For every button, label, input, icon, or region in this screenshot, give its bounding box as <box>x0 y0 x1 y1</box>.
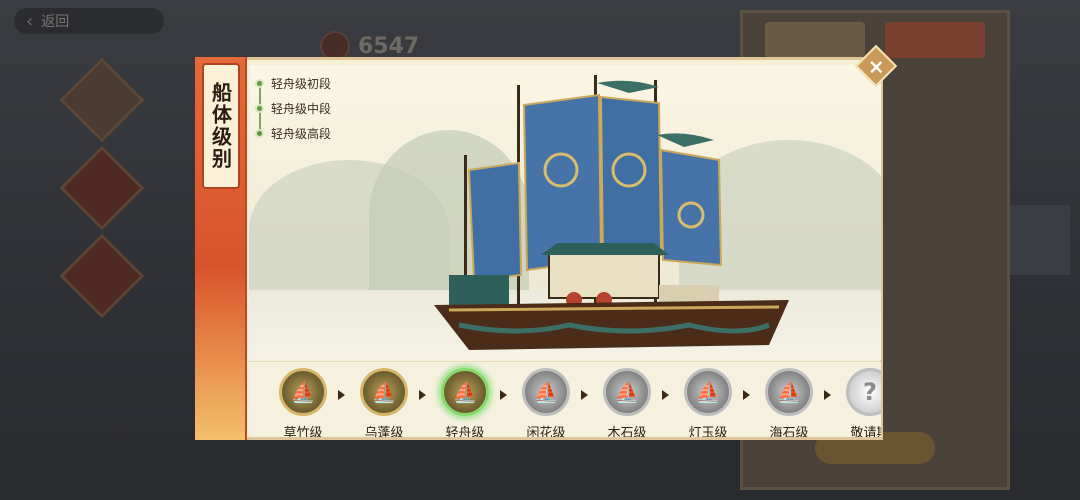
ship-illustration <box>434 75 789 350</box>
ship-tier-icon: ⛵ <box>522 368 570 416</box>
arrow-right-icon <box>500 390 507 400</box>
stage-dot-icon <box>255 104 264 113</box>
stage-label: 轻舟级高段 <box>271 127 332 141</box>
back-label: 返回 <box>41 14 70 30</box>
tier-label: 乌蓬级 <box>364 426 404 437</box>
tier-item-haishi[interactable]: ⛵ 海石级 <box>754 368 824 437</box>
background-tab[interactable] <box>765 22 865 58</box>
ship-tier-icon: ⛵ <box>279 368 327 416</box>
arrow-right-icon <box>338 390 345 400</box>
tier-label: 海石级 <box>769 426 809 437</box>
ship-tier-modal: 船体级别 轻舟级初段 轻舟级中段 轻舟级高段 × ⛵ 草竹级 ⛵ 乌蓬级 ⛵ 轻… <box>195 44 898 440</box>
tier-label: 闲花级 <box>526 426 566 437</box>
stage-label: 轻舟级初段 <box>271 77 332 91</box>
tier-item-dengyu[interactable]: ⛵ 灯玉级 <box>673 368 743 437</box>
background-item-slot <box>1010 205 1070 275</box>
tier-item-caozhu[interactable]: ⛵ 草竹级 <box>268 368 338 437</box>
tier-item-xianhua[interactable]: ⛵ 闲花级 <box>511 368 581 437</box>
arrow-right-icon <box>743 390 750 400</box>
arrow-right-icon <box>662 390 669 400</box>
tier-label: 轻舟级 <box>445 426 485 437</box>
side-title-plate: 船体级别 <box>202 63 240 189</box>
tier-label: 敬请期 <box>850 426 881 437</box>
tier-strip: ⛵ 草竹级 ⛵ 乌蓬级 ⛵ 轻舟级 ⛵ 闲花级 ⛵ 木石级 ⛵ 灯玉级 ⛵ 海石… <box>249 361 881 437</box>
tier-label: 灯玉级 <box>688 426 728 437</box>
tier-item-qingzhou[interactable]: ⛵ 轻舟级 <box>430 368 500 437</box>
tier-label: 木石级 <box>607 426 647 437</box>
side-title: 船体级别 <box>208 82 233 170</box>
stage-dot-icon <box>255 79 264 88</box>
ship-tier-icon: ⛵ <box>765 368 813 416</box>
side-title-banner: 船体级别 <box>195 57 247 440</box>
stage-dot-icon <box>255 129 264 138</box>
stage-list: 轻舟级初段 轻舟级中段 轻舟级高段 <box>255 71 365 146</box>
arrow-right-icon <box>581 390 588 400</box>
stage-label: 轻舟级中段 <box>271 102 332 116</box>
arrow-right-icon <box>419 390 426 400</box>
tier-label: 草竹级 <box>283 426 323 437</box>
ship-tier-icon: ⛵ <box>684 368 732 416</box>
back-button[interactable]: ‹ 返回 <box>14 8 164 34</box>
chevron-left-icon: ‹ <box>26 10 34 32</box>
ship-tier-icon: ⛵ <box>603 368 651 416</box>
stage-item: 轻舟级中段 <box>255 96 365 121</box>
tier-item-wupeng[interactable]: ⛵ 乌蓬级 <box>349 368 419 437</box>
ship-tier-icon: ⛵ <box>360 368 408 416</box>
coin-amount: 6547 <box>358 33 420 59</box>
close-icon: × <box>867 53 885 78</box>
stage-item: 轻舟级高段 <box>255 121 365 146</box>
stage-item: 轻舟级初段 <box>255 71 365 96</box>
question-icon: ? <box>846 368 881 416</box>
tier-item-coming-soon[interactable]: ? 敬请期 <box>835 368 881 437</box>
tier-item-mushi[interactable]: ⛵ 木石级 <box>592 368 662 437</box>
arrow-right-icon <box>824 390 831 400</box>
ship-tier-icon: ⛵ <box>441 368 489 416</box>
background-tab[interactable] <box>885 22 985 58</box>
